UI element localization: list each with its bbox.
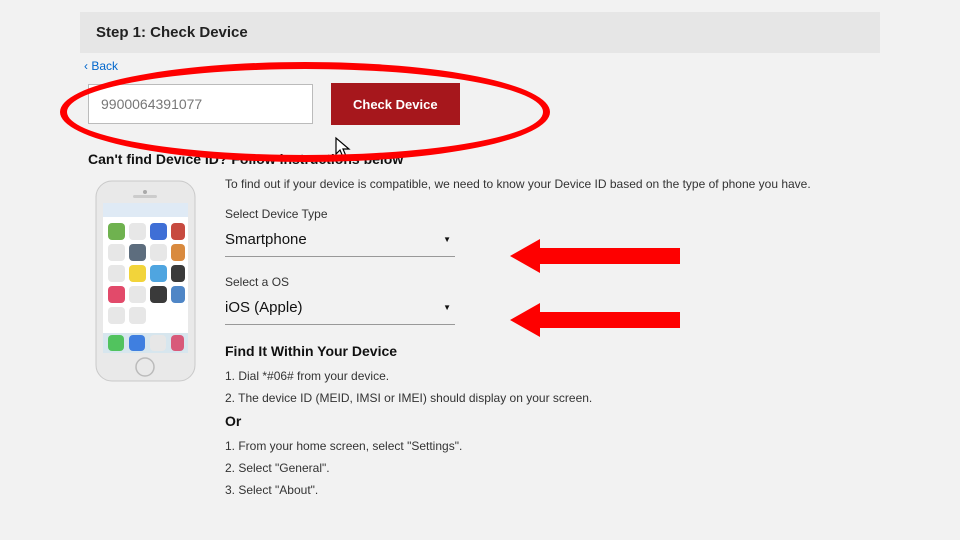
settings-step-2: 2. Select "General". — [225, 461, 880, 475]
os-select[interactable]: iOS (Apple) ▼ — [225, 295, 455, 325]
device-type-value: Smartphone — [225, 231, 307, 248]
chevron-down-icon: ▼ — [443, 235, 451, 244]
dial-step-1: 1. Dial *#06# from your device. — [225, 369, 880, 383]
intro-text: To find out if your device is compatible… — [225, 177, 880, 191]
settings-step-1: 1. From your home screen, select "Settin… — [225, 439, 880, 453]
device-type-select[interactable]: Smartphone ▼ — [225, 227, 455, 257]
back-link[interactable]: Back — [80, 53, 118, 83]
find-it-heading: Find It Within Your Device — [225, 343, 880, 359]
chevron-down-icon: ▼ — [443, 303, 451, 312]
settings-step-3: 3. Select "About". — [225, 483, 880, 497]
dial-step-2: 2. The device ID (MEID, IMSI or IMEI) sh… — [225, 391, 880, 405]
phone-illustration — [88, 177, 203, 505]
step-header: Step 1: Check Device — [80, 12, 880, 53]
or-heading: Or — [225, 413, 880, 429]
device-type-label: Select Device Type — [225, 207, 880, 221]
os-label: Select a OS — [225, 275, 880, 289]
device-id-input[interactable] — [88, 84, 313, 124]
device-id-row: Check Device — [80, 83, 880, 125]
check-device-button[interactable]: Check Device — [331, 83, 460, 125]
os-value: iOS (Apple) — [225, 299, 303, 316]
cant-find-heading: Can't find Device ID? Follow instruction… — [80, 151, 880, 167]
